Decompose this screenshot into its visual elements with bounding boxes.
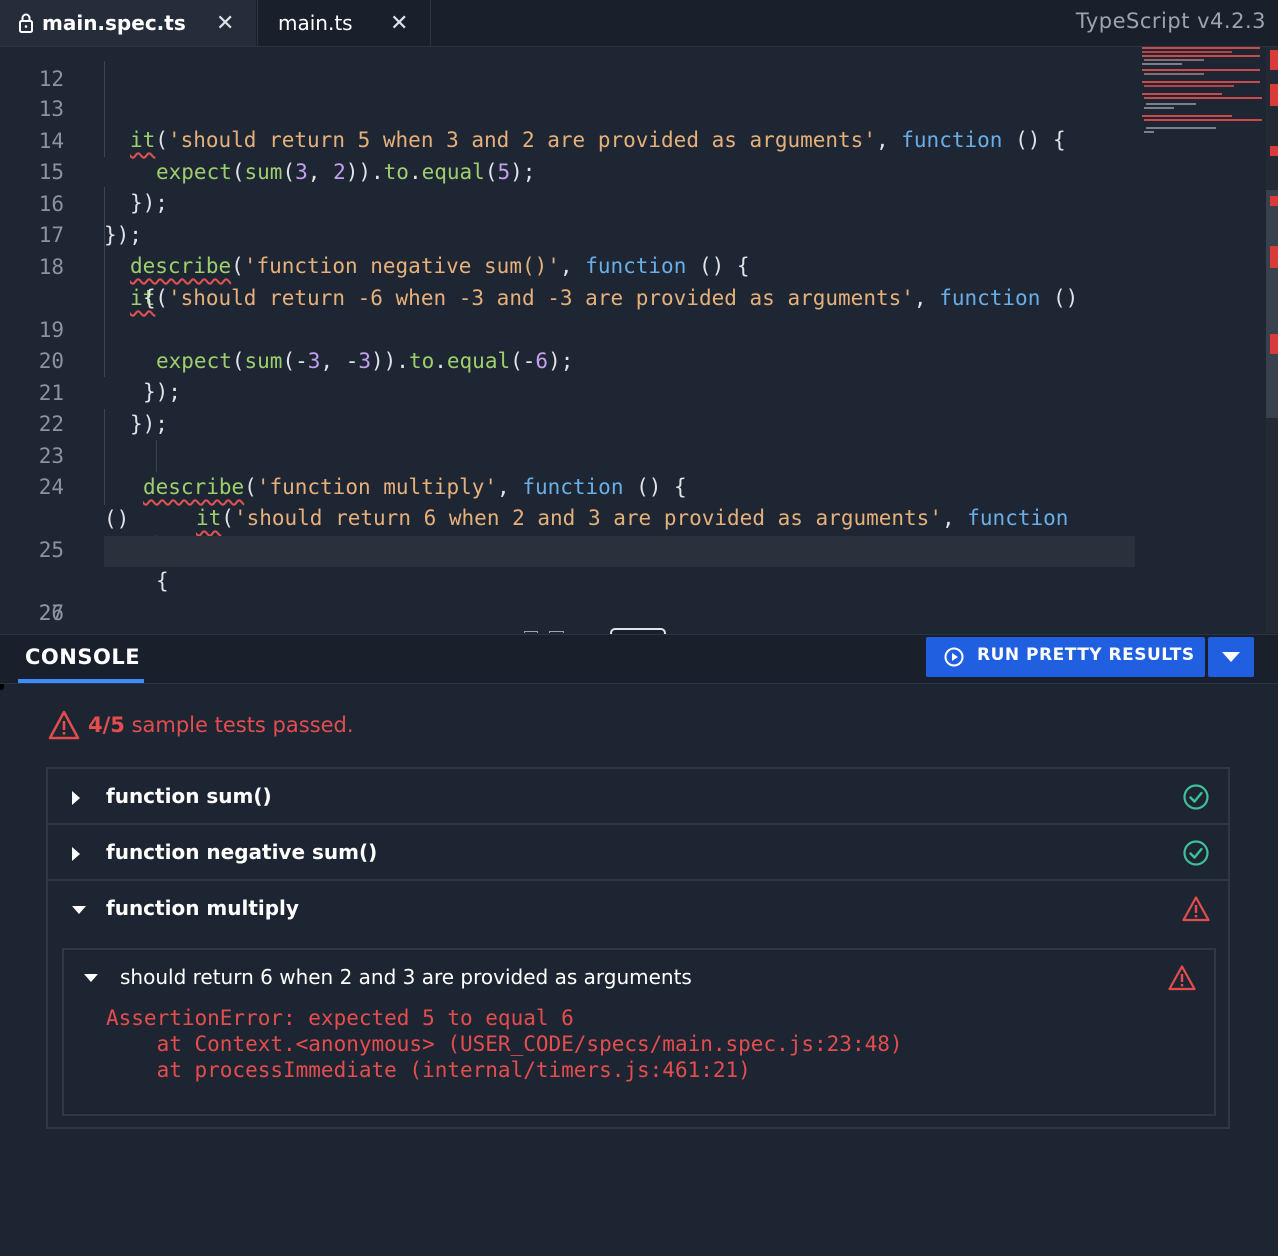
line-number: 28 xyxy=(0,630,64,633)
tab-label: main.ts xyxy=(278,11,353,35)
summary-message: sample tests passed. xyxy=(124,713,354,737)
warning-icon xyxy=(1182,896,1210,922)
error-marker xyxy=(1270,84,1278,106)
tab-main[interactable]: main.ts ✕ xyxy=(257,0,431,46)
run-pretty-results-button[interactable]: RUN PRETTY RESULTS xyxy=(926,637,1205,677)
current-line-highlight xyxy=(104,536,1135,567)
error-marker xyxy=(1270,196,1278,206)
code-line: { xyxy=(0,252,1140,310)
tab-console[interactable]: CONSOLE xyxy=(18,645,144,683)
warning-icon xyxy=(1168,965,1196,991)
summary-count: 4/5 xyxy=(88,713,125,737)
code-line: 24 it('should return 6 when 2 and 3 are … xyxy=(0,441,1140,530)
editor-tab-bar: main.spec.ts ✕ main.ts ✕ TypeScript v4.2… xyxy=(0,0,1278,47)
code-line: 25 { xyxy=(0,504,1140,593)
code-line: 12 xyxy=(0,47,1140,91)
code-line: 13 it('should return 5 when 3 and 2 are … xyxy=(0,63,1140,152)
lock-icon xyxy=(19,13,33,33)
warning-icon xyxy=(48,710,80,740)
suite-label: function multiply xyxy=(106,896,299,920)
code-editor[interactable]: 12 13 it('should return 5 when 3 and 2 a… xyxy=(0,47,1278,633)
error-marker xyxy=(1270,246,1278,268)
code-line: 21 }); xyxy=(0,347,1140,436)
code-line-current: 26 expect(sum(2, 3)).to.equal(6); xyxy=(0,536,1140,633)
scrollbar-thumb[interactable] xyxy=(1266,190,1278,418)
code-line: () xyxy=(0,473,1140,531)
test-results: function sum() function negative sum() f… xyxy=(46,767,1230,1129)
tab-main-spec[interactable]: main.spec.ts ✕ xyxy=(0,0,256,46)
error-marker xyxy=(1270,334,1278,354)
run-button-label: RUN PRETTY RESULTS xyxy=(977,645,1195,665)
test-label: should return 6 when 2 and 3 are provide… xyxy=(120,965,692,989)
code-line: 20 }); xyxy=(0,315,1140,404)
stack-trace-line: at Context.<anonymous> (USER_CODE/specs/… xyxy=(106,1032,903,1056)
code-line: 17 describe('function negative sum()', f… xyxy=(0,189,1140,278)
code-line: 27 }); xyxy=(0,567,1140,633)
suite-row[interactable]: function multiply xyxy=(48,881,1228,937)
suite-label: function sum() xyxy=(106,784,272,808)
suite-row[interactable]: function sum() xyxy=(48,769,1228,825)
error-marker xyxy=(1270,146,1278,156)
code-line: 16 }); xyxy=(0,158,1140,247)
play-circle-icon xyxy=(944,647,964,667)
code-line: 18 it('should return -6 when -3 and -3 a… xyxy=(0,221,1140,310)
code-line: 19 expect(sum(-3, -3)).to.equal(-6); xyxy=(0,284,1140,373)
code-line: 28 }); xyxy=(0,599,1140,630)
chevron-down-icon[interactable] xyxy=(84,974,98,982)
close-icon[interactable]: ✕ xyxy=(216,11,234,36)
minimap[interactable] xyxy=(1140,47,1266,147)
close-icon[interactable]: ✕ xyxy=(390,11,408,36)
error-message: AssertionError: expected 5 to equal 6 xyxy=(106,1006,574,1030)
stack-trace-line: at processImmediate (internal/timers.js:… xyxy=(106,1058,751,1082)
chevron-down-icon xyxy=(72,906,86,914)
console-tab-label: CONSOLE xyxy=(25,645,141,669)
code-line: 23 describe('function multiply', functio… xyxy=(0,410,1140,499)
code-line: 22 xyxy=(0,378,1140,436)
failed-test-detail: should return 6 when 2 and 3 are provide… xyxy=(62,948,1216,1116)
error-marker xyxy=(1270,50,1278,70)
test-summary: 4/5 sample tests passed. xyxy=(48,708,354,742)
run-options-dropdown[interactable] xyxy=(1208,637,1254,677)
chevron-right-icon xyxy=(72,791,80,805)
chevron-right-icon xyxy=(72,847,80,861)
language-version: TypeScript v4.2.3 xyxy=(1075,9,1266,33)
summary-text: 4/5 sample tests passed. xyxy=(88,713,354,737)
code-line: 15 }); xyxy=(0,126,1140,215)
active-tab-underline xyxy=(18,679,144,683)
suite-row[interactable]: function negative sum() xyxy=(48,825,1228,881)
tab-label: main.spec.ts xyxy=(42,11,186,35)
check-circle-icon xyxy=(1183,840,1209,866)
chevron-down-icon xyxy=(1222,652,1240,662)
code-line: 14 expect(sum(3, 2)).to.equal(5); xyxy=(0,95,1140,184)
check-circle-icon xyxy=(1183,784,1209,810)
suite-label: function negative sum() xyxy=(106,840,378,864)
